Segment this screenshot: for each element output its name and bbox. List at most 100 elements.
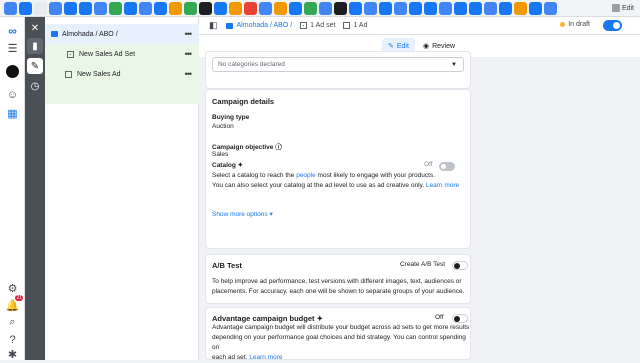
- sparkle-icon: ✦: [316, 314, 323, 323]
- ab-test-description: To help improve ad performance, test ver…: [212, 278, 465, 295]
- show-more-options-link[interactable]: Show more options ▾: [212, 210, 273, 220]
- bookmark-favicon-icon[interactable]: [319, 1, 332, 15]
- status-dot-icon: [560, 22, 566, 27]
- bookmark-favicon-icon[interactable]: [79, 1, 92, 15]
- chart-icon[interactable]: ▮: [27, 38, 43, 54]
- bookmark-favicon-icon[interactable]: [289, 1, 302, 15]
- bookmark-favicon-icon[interactable]: [514, 1, 527, 15]
- ad-set-icon: [300, 22, 308, 29]
- info-icon[interactable]: ⓘ: [275, 144, 282, 151]
- search-icon[interactable]: ⌕: [5, 315, 20, 330]
- ad-icon: [65, 70, 72, 78]
- bookmark-favicon-icon[interactable]: [469, 1, 482, 15]
- top-breadcrumb-bar: ◧ Almohada / ABO / 1 Ad set 1 Ad In draf…: [199, 17, 640, 35]
- bookmark-favicon-icon[interactable]: [439, 1, 452, 15]
- notification-badge: 21: [15, 295, 23, 301]
- bookmark-edit[interactable]: Edit: [611, 4, 634, 12]
- tree-item-campaign[interactable]: Almohada / ABO / •••: [45, 24, 199, 44]
- bookmark-favicon-icon[interactable]: [4, 1, 17, 15]
- breadcrumb-ad-sets[interactable]: 1 Ad set: [300, 22, 335, 29]
- ads-manager-grid-icon[interactable]: ▦: [5, 106, 20, 121]
- bookmark-favicon-icon[interactable]: [199, 1, 212, 15]
- bookmark-favicon-icon[interactable]: [304, 1, 317, 15]
- help-icon[interactable]: ?: [5, 332, 20, 347]
- bookmark-favicon-icon[interactable]: [259, 1, 272, 15]
- buying-type-value: Auction: [212, 123, 234, 130]
- scrollbar[interactable]: [630, 57, 640, 360]
- bookmark-favicon-icon[interactable]: [394, 1, 407, 15]
- bookmark-favicon-icon[interactable]: [244, 1, 257, 15]
- emoji-icon[interactable]: ☺: [5, 87, 20, 102]
- sparkle-icon: ✦: [237, 162, 244, 169]
- special-categories-card: No categories declared ▼: [205, 51, 471, 89]
- bookmark-favicon-icon[interactable]: [544, 1, 557, 15]
- main-editor: ◧ Almohada / ABO / 1 Ad set 1 Ad In draf…: [199, 17, 640, 361]
- bookmark-favicon-icon[interactable]: [19, 1, 32, 15]
- menu-icon[interactable]: ☰: [5, 41, 20, 56]
- bookmark-favicon-icon[interactable]: [34, 1, 47, 15]
- create-ab-test-label: Create A/B Test: [400, 261, 446, 268]
- bookmark-favicon-icon[interactable]: [454, 1, 467, 15]
- campaign-tree: Almohada / ABO / ••• New Sales Ad Set ••…: [45, 17, 199, 360]
- bookmark-favicon-icon[interactable]: [364, 1, 377, 15]
- objective-value: Sales: [212, 151, 229, 158]
- avatar[interactable]: [5, 64, 20, 79]
- bookmarks-bar: Edit: [0, 0, 640, 17]
- bookmark-favicon-icon[interactable]: [124, 1, 137, 15]
- bookmark-favicon-icon[interactable]: [334, 1, 347, 15]
- eye-icon: ◉: [423, 43, 430, 50]
- more-icon[interactable]: •••: [185, 69, 193, 79]
- ab-test-toggle[interactable]: [452, 261, 468, 270]
- catalog-description: Select a catalog to reach the people mos…: [212, 172, 460, 189]
- bookmark-favicon-icon[interactable]: [94, 1, 107, 15]
- bookmark-favicon-icon[interactable]: [154, 1, 167, 15]
- breadcrumb-campaign[interactable]: Almohada / ABO /: [225, 22, 292, 29]
- people-link[interactable]: people: [296, 172, 316, 179]
- bookmark-favicon-icon[interactable]: [184, 1, 197, 15]
- bookmark-favicon-icon[interactable]: [49, 1, 62, 15]
- settings-icon[interactable]: ⚙: [5, 281, 20, 296]
- bookmark-favicon-icon[interactable]: [274, 1, 287, 15]
- bookmark-favicon-icon[interactable]: [379, 1, 392, 15]
- history-icon[interactable]: ◷: [27, 78, 43, 94]
- pencil-icon: ✎: [388, 43, 394, 50]
- bookmark-favicon-icon[interactable]: [424, 1, 437, 15]
- ad-icon: [343, 22, 351, 29]
- bookmark-favicon-icon[interactable]: [349, 1, 362, 15]
- bookmark-favicon-icon[interactable]: [229, 1, 242, 15]
- ad-set-icon: [67, 50, 74, 58]
- ab-test-card: A/B Test Create A/B Test To help improve…: [205, 254, 471, 304]
- bookmark-favicon-icon[interactable]: [409, 1, 422, 15]
- advantage-budget-toggle[interactable]: [452, 314, 468, 323]
- catalog-toggle[interactable]: [439, 162, 455, 171]
- bookmark-favicon-icon[interactable]: [484, 1, 497, 15]
- bookmark-favicon-icon[interactable]: [64, 1, 77, 15]
- pencil-icon[interactable]: ✎: [27, 58, 43, 74]
- learn-more-link[interactable]: Learn more: [426, 182, 459, 189]
- editing-tool-rail: ✕ ▮ ✎ ◷: [25, 17, 45, 360]
- folder-icon: [225, 22, 233, 29]
- catalog-label: Catalog ✦: [212, 162, 244, 169]
- advantage-budget-card: Advantage campaign budget ✦ Off Advantag…: [205, 307, 471, 361]
- bookmark-favicon-icon[interactable]: [214, 1, 227, 15]
- folder-icon: [51, 31, 58, 37]
- more-icon[interactable]: •••: [185, 49, 193, 59]
- breadcrumb-ads[interactable]: 1 Ad: [343, 22, 367, 29]
- left-rail: ∞ ☰ ☺ ▦ ⚙ 🔔 21 ⌕ ? ✱: [0, 17, 25, 361]
- close-icon[interactable]: ✕: [27, 20, 43, 36]
- bookmark-favicon-icon[interactable]: [169, 1, 182, 15]
- bookmark-favicon-icon[interactable]: [529, 1, 542, 15]
- notifications-icon[interactable]: 🔔 21: [5, 295, 23, 313]
- tree-item-ad[interactable]: New Sales Ad •••: [45, 64, 199, 84]
- tree-item-ad-set[interactable]: New Sales Ad Set •••: [45, 44, 199, 64]
- meta-logo-icon[interactable]: ∞: [5, 23, 20, 38]
- panel-toggle-icon[interactable]: ◧: [209, 20, 218, 31]
- bookmark-favicon-icon[interactable]: [109, 1, 122, 15]
- bookmark-favicon-icon[interactable]: [499, 1, 512, 15]
- categories-select[interactable]: No categories declared ▼: [212, 57, 464, 72]
- bookmark-favicon-icon[interactable]: [139, 1, 152, 15]
- more-icon[interactable]: •••: [185, 29, 193, 39]
- campaign-on-toggle[interactable]: [603, 20, 622, 31]
- chevron-down-icon: ▼: [451, 61, 457, 68]
- advantage-budget-title: Advantage campaign budget ✦: [212, 314, 323, 323]
